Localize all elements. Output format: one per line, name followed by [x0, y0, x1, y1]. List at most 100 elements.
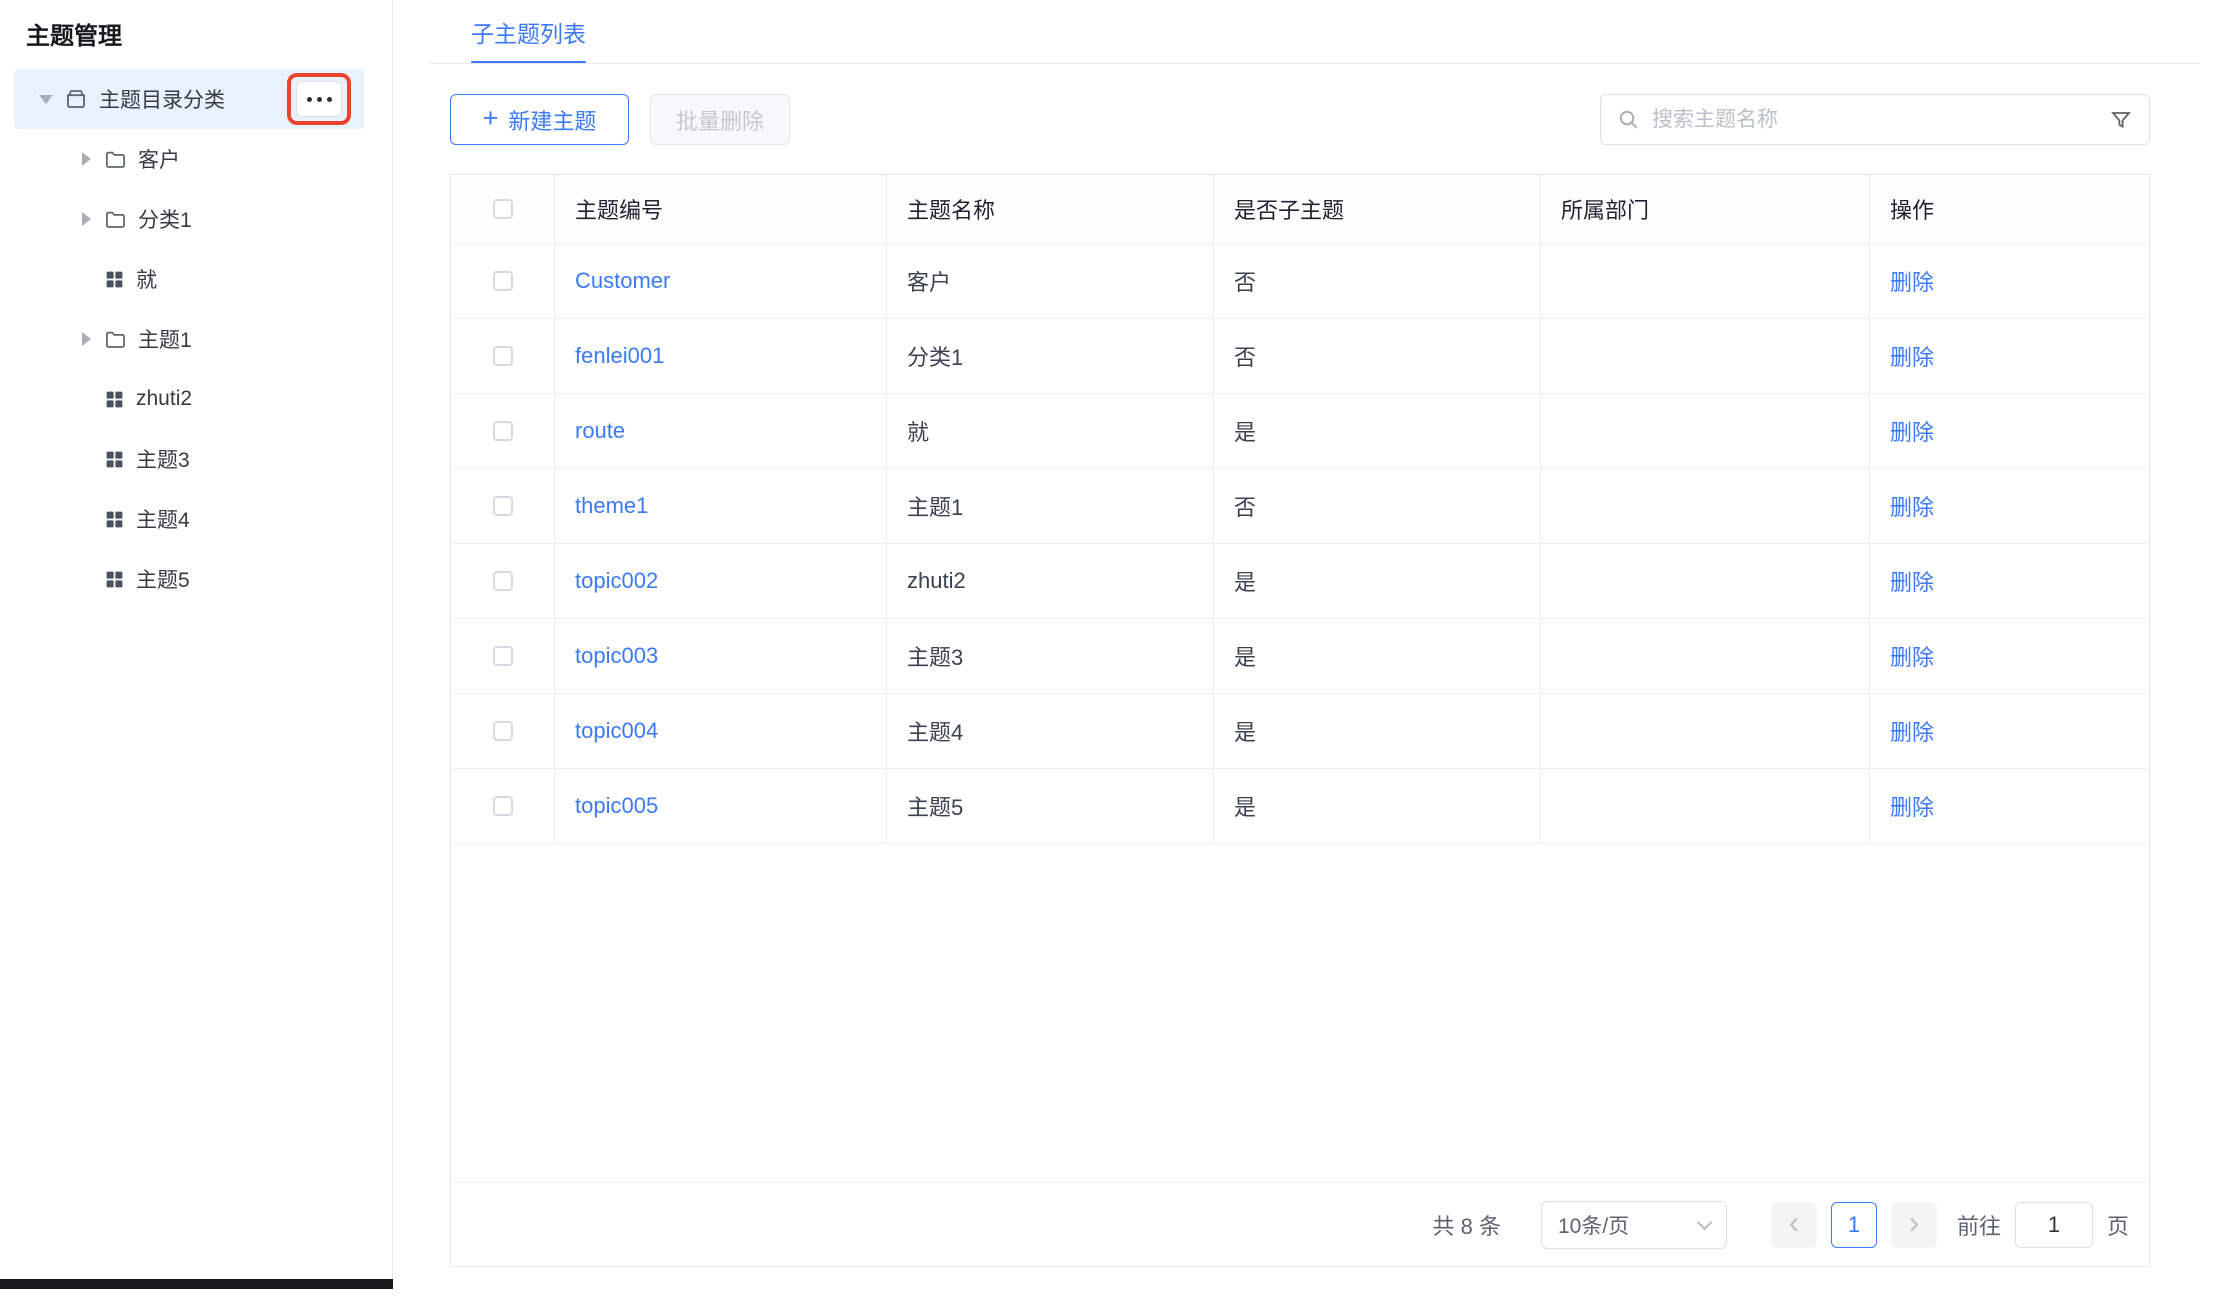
row-checkbox[interactable] [493, 271, 513, 291]
row-checkbox[interactable] [493, 796, 513, 816]
column-header: 主题名称 [887, 175, 1214, 243]
topic-code-link[interactable]: fenlei001 [575, 343, 664, 369]
caret-right-icon[interactable] [78, 152, 94, 166]
search-icon [1617, 108, 1640, 131]
row-checkbox[interactable] [493, 646, 513, 666]
tree-item-label: zhuti2 [136, 387, 192, 411]
topic-code-link[interactable]: topic005 [575, 793, 658, 819]
topic-code-link[interactable]: topic002 [575, 568, 658, 594]
new-topic-button[interactable]: + 新建主题 [450, 94, 629, 145]
tab-subtopic-list[interactable]: 子主题列表 [471, 0, 586, 64]
department-cell [1541, 619, 1870, 693]
prev-page-button[interactable]: ‹ [1771, 1202, 1817, 1248]
topic-code-cell: topic002 [555, 544, 887, 618]
is-subtopic-cell: 是 [1214, 544, 1541, 618]
topic-code-link[interactable]: topic003 [575, 643, 658, 669]
tree-item-topic[interactable]: 就 [14, 249, 364, 309]
is-subtopic-cell: 是 [1214, 769, 1541, 843]
action-cell: 删除 [1870, 394, 2149, 468]
tree-item-folder[interactable]: 主题1 [14, 309, 364, 369]
table-row: topic004主题4是删除 [451, 694, 2149, 769]
is-subtopic-cell: 否 [1214, 319, 1541, 393]
search-box[interactable] [1600, 94, 2150, 145]
delete-link[interactable]: 删除 [1890, 565, 1934, 597]
topic-tree: 主题目录分类 客户分类1就主题1 zhuti2 主题3 主题4 主题5 [14, 69, 364, 609]
filter-funnel-icon[interactable] [2109, 108, 2133, 132]
department-cell [1541, 469, 1870, 543]
action-cell: 删除 [1870, 469, 2149, 543]
delete-link[interactable]: 删除 [1890, 715, 1934, 747]
row-checkbox[interactable] [493, 571, 513, 591]
topic-grid-icon [104, 569, 125, 590]
table-row: topic003主题3是删除 [451, 619, 2149, 694]
topic-code-cell: theme1 [555, 469, 887, 543]
tree-item-topic[interactable]: zhuti2 [14, 369, 364, 429]
topic-code-link[interactable]: Customer [575, 268, 670, 294]
topic-code-link[interactable]: route [575, 418, 625, 444]
delete-link[interactable]: 删除 [1890, 490, 1934, 522]
department-cell [1541, 694, 1870, 768]
delete-link[interactable]: 删除 [1890, 340, 1934, 372]
row-checkbox-cell [451, 244, 555, 318]
topic-name-cell: 客户 [887, 244, 1214, 318]
department-cell [1541, 319, 1870, 393]
tree-item-root[interactable]: 主题目录分类 [14, 69, 364, 129]
caret-down-icon[interactable] [38, 95, 54, 104]
goto-label: 前往 [1957, 1209, 2001, 1241]
caret-right-icon[interactable] [78, 332, 94, 346]
topic-name-cell: 就 [887, 394, 1214, 468]
select-all-cell [451, 175, 555, 243]
tab-divider [429, 63, 2200, 64]
tree-item-label: 主题4 [136, 504, 190, 534]
tree-item-folder[interactable]: 客户 [14, 129, 364, 189]
search-input[interactable] [1652, 108, 2109, 132]
column-header: 操作 [1870, 175, 2149, 243]
table-row: topic005主题5是删除 [451, 769, 2149, 844]
topic-code-cell: route [555, 394, 887, 468]
column-header: 主题编号 [555, 175, 887, 243]
topic-code-link[interactable]: topic004 [575, 718, 658, 744]
table-row: route就是删除 [451, 394, 2149, 469]
tree-item-label: 客户 [138, 144, 180, 174]
topic-code-link[interactable]: theme1 [575, 493, 648, 519]
tree-item-topic[interactable]: 主题3 [14, 429, 364, 489]
tree-item-topic[interactable]: 主题4 [14, 489, 364, 549]
action-cell: 删除 [1870, 694, 2149, 768]
delete-link[interactable]: 删除 [1890, 415, 1934, 447]
topic-code-cell: Customer [555, 244, 887, 318]
topic-code-cell: topic003 [555, 619, 887, 693]
topic-name-cell: 分类1 [887, 319, 1214, 393]
tree-item-folder[interactable]: 分类1 [14, 189, 364, 249]
table-row: Customer客户否删除 [451, 244, 2149, 319]
page-unit-label: 页 [2107, 1209, 2129, 1241]
tree-item-topic[interactable]: 主题5 [14, 549, 364, 609]
row-checkbox[interactable] [493, 421, 513, 441]
subtopic-table: 主题编号主题名称是否子主题所属部门操作 Customer客户否删除fenlei0… [450, 174, 2150, 1267]
department-cell [1541, 769, 1870, 843]
row-checkbox[interactable] [493, 721, 513, 741]
goto-page-input[interactable] [2015, 1202, 2093, 1248]
row-checkbox[interactable] [493, 346, 513, 366]
row-checkbox-cell [451, 544, 555, 618]
table-row: topic002zhuti2是删除 [451, 544, 2149, 619]
caret-right-icon[interactable] [78, 212, 94, 226]
select-all-checkbox[interactable] [493, 199, 513, 219]
table-row: fenlei001 分类1否 删除 [451, 319, 2149, 394]
page-size-select[interactable]: 10条/页 [1541, 1201, 1727, 1249]
delete-link[interactable]: 删除 [1890, 790, 1934, 822]
department-cell [1541, 244, 1870, 318]
row-checkbox[interactable] [493, 496, 513, 516]
current-page-button[interactable]: 1 [1831, 1202, 1877, 1248]
topic-code-cell: topic004 [555, 694, 887, 768]
folder-icon [104, 208, 127, 231]
more-button[interactable] [296, 81, 342, 117]
delete-link[interactable]: 删除 [1890, 265, 1934, 297]
row-checkbox-cell [451, 319, 555, 393]
batch-delete-button[interactable]: 批量删除 [650, 94, 790, 145]
pagination-bar: 共 8 条 10条/页 ‹ 1 › 前往 页 [451, 1182, 2149, 1266]
folder-icon [104, 148, 127, 171]
topic-grid-icon [104, 449, 125, 470]
delete-link[interactable]: 删除 [1890, 640, 1934, 672]
row-checkbox-cell [451, 694, 555, 768]
next-page-button[interactable]: › [1891, 1202, 1937, 1248]
